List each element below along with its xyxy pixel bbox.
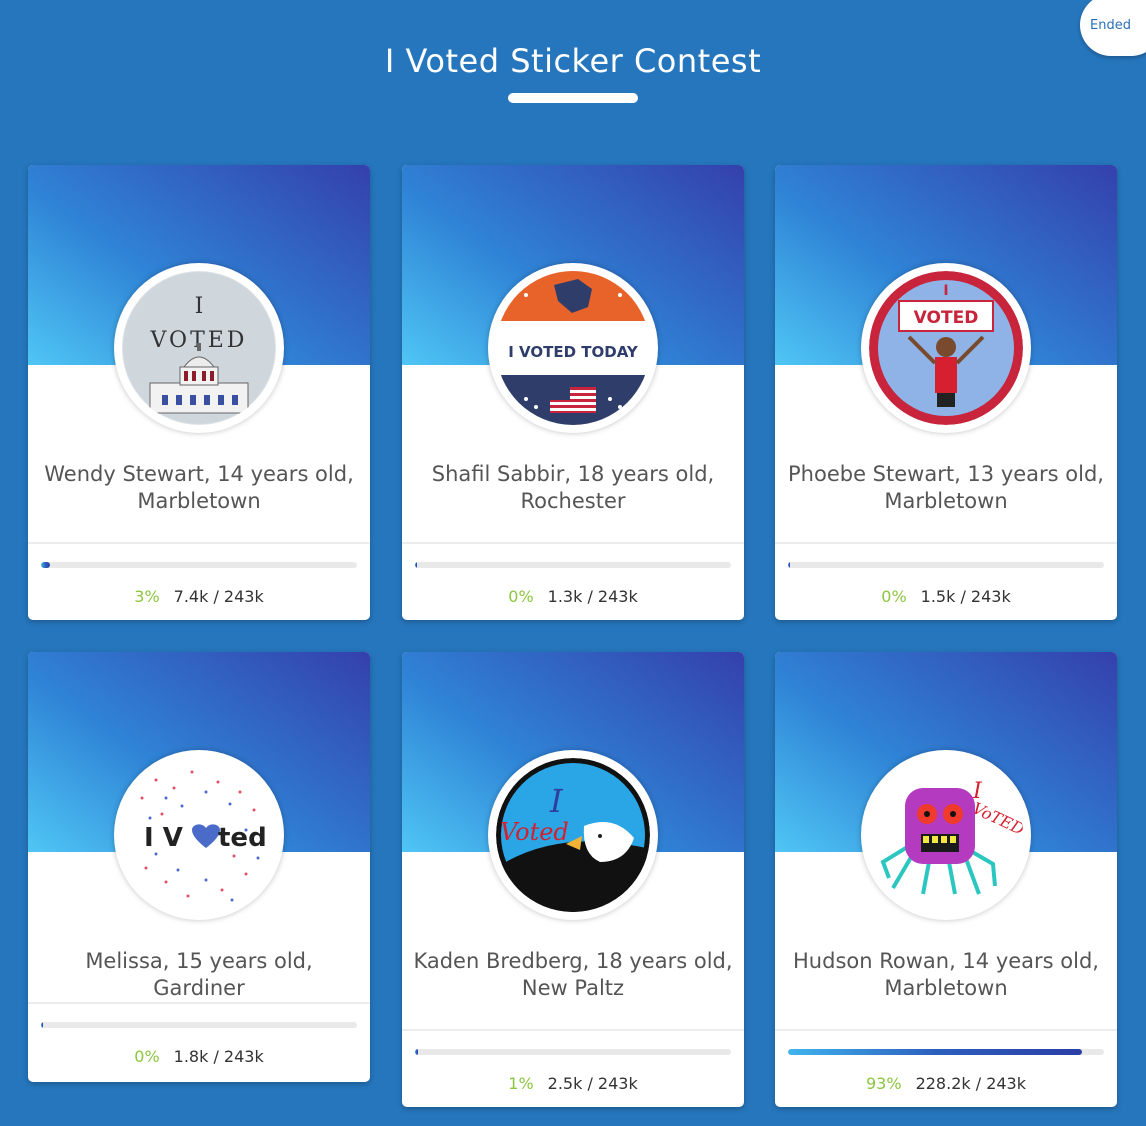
vote-percent: 0% <box>134 1047 160 1066</box>
girl-holding-sign-sticker-art: I VOTED <box>869 271 1023 425</box>
entry-card-3[interactable]: I VOTED Phoebe Stewart, 13 years old, Ma… <box>775 165 1117 620</box>
sticker-image[interactable]: I VOTED TODAY <box>488 263 658 433</box>
sticker-text-line2: VOTED <box>914 308 979 328</box>
capitol-sticker-art: I VOTED <box>122 271 276 425</box>
sticker-text-line2: ted <box>218 823 267 853</box>
monster-spider-sticker-art: I VoTED <box>869 758 1023 912</box>
vote-progress-fill <box>788 1049 1082 1055</box>
sticker-image[interactable]: I VOTED <box>861 263 1031 433</box>
vote-progress-fill <box>415 562 417 568</box>
vote-stats: 0% 1.5k / 243k <box>775 587 1117 606</box>
vote-count: 1.5k / 243k <box>920 587 1011 606</box>
vote-stats: 0% 1.3k / 243k <box>402 587 744 606</box>
title-underline <box>508 93 638 103</box>
vote-count: 1.8k / 243k <box>173 1047 264 1066</box>
vote-percent: 0% <box>508 587 534 606</box>
i-voted-today-sticker-art: I VOTED TODAY <box>496 271 650 425</box>
sticker-image[interactable]: I Voted <box>488 750 658 920</box>
entry-card-5[interactable]: I Voted Kaden Bredberg, 18 years old, Ne… <box>402 652 744 1107</box>
sticker-text-line1: I <box>943 283 948 299</box>
vote-progress-bar <box>41 1022 357 1028</box>
vote-stats: 0% 1.8k / 243k <box>28 1047 370 1066</box>
sticker-text-line1: I VOTED TODAY <box>508 343 639 361</box>
entry-card-1[interactable]: I VOTED Wendy Stewart, 14 years old, Mar… <box>28 165 370 620</box>
vote-count: 228.2k / 243k <box>915 1074 1026 1093</box>
vote-count: 7.4k / 243k <box>173 587 264 606</box>
vote-progress-fill <box>41 1022 44 1028</box>
vote-progress-bar <box>41 562 357 568</box>
status-badge: Ended <box>1080 0 1146 56</box>
sticker-text-line1: I <box>195 294 204 319</box>
vote-percent: 3% <box>134 587 160 606</box>
entrant-name: Wendy Stewart, 14 years old, Marbletown <box>44 462 354 513</box>
vote-percent: 93% <box>866 1074 902 1093</box>
entrant-name: Kaden Bredberg, 18 years old, New Paltz <box>413 949 733 1000</box>
entrant-name: Phoebe Stewart, 13 years old, Marbletown <box>788 462 1104 513</box>
vote-count: 2.5k / 243k <box>547 1074 638 1093</box>
card-divider <box>402 542 744 544</box>
entrant-name: Hudson Rowan, 14 years old, Marbletown <box>793 949 1099 1000</box>
status-badge-label: Ended <box>1090 18 1131 33</box>
card-divider <box>775 542 1117 544</box>
vote-percent: 1% <box>508 1074 534 1093</box>
confetti-i-voted-sticker-art: I V ted <box>122 758 276 912</box>
sticker-image[interactable]: I VoTED <box>861 750 1031 920</box>
sticker-image[interactable]: I VOTED <box>114 263 284 433</box>
vote-progress-bar <box>415 1049 731 1055</box>
vote-progress-bar <box>788 1049 1104 1055</box>
entrant-name: Melissa, 15 years old, Gardiner <box>85 949 313 1000</box>
vote-progress-bar <box>788 562 1104 568</box>
eagle-sticker-art: I Voted <box>496 758 650 912</box>
sticker-text-line1: I V <box>144 823 183 853</box>
vote-progress-bar <box>415 562 731 568</box>
card-divider <box>775 1029 1117 1031</box>
sticker-text-line2: Voted <box>500 818 569 846</box>
entry-card-6[interactable]: I VoTED Hudson Rowan, 14 years old, Marb… <box>775 652 1117 1107</box>
vote-percent: 0% <box>881 587 907 606</box>
vote-count: 1.3k / 243k <box>547 587 638 606</box>
vote-stats: 3% 7.4k / 243k <box>28 587 370 606</box>
sticker-image[interactable]: I V ted <box>114 750 284 920</box>
card-divider <box>28 1002 370 1004</box>
entry-card-2[interactable]: I VOTED TODAY Shafil Sabbir, 18 years ol… <box>402 165 744 620</box>
vote-progress-fill <box>788 562 790 568</box>
entrant-name: Shafil Sabbir, 18 years old, Rochester <box>431 462 715 513</box>
vote-progress-fill <box>415 1049 419 1055</box>
vote-stats: 1% 2.5k / 243k <box>402 1074 744 1093</box>
entry-card-4[interactable]: I V ted Melissa, 15 years old, Gardiner … <box>28 652 370 1082</box>
vote-stats: 93% 228.2k / 243k <box>775 1074 1117 1093</box>
card-divider <box>28 542 370 544</box>
card-divider <box>402 1029 744 1031</box>
vote-progress-fill <box>41 562 51 568</box>
page-title: I Voted Sticker Contest <box>384 42 762 80</box>
sticker-text-line1: I <box>549 782 564 820</box>
